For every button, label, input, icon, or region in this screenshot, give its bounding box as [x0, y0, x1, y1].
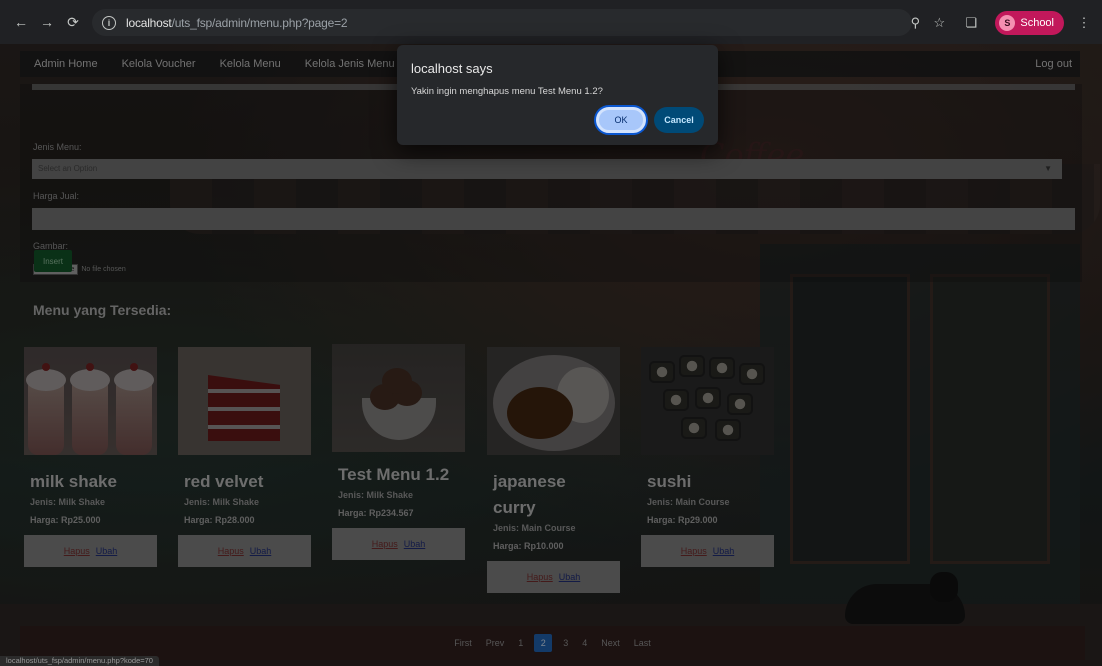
menu-harga: Harga: Rp29.000 — [647, 515, 718, 525]
jenis-menu-select[interactable]: Select an Option ▼ — [32, 159, 1062, 179]
menu-card: red velvet Jenis: Milk Shake Harga: Rp28… — [178, 347, 311, 567]
nav-kelola-jenis-menu[interactable]: Kelola Jenis Menu — [305, 58, 395, 70]
browser-toolbar: ← → ⟳ i localhost/uts_fsp/admin/menu.php… — [0, 0, 1102, 44]
hapus-link[interactable]: Hapus — [527, 572, 553, 582]
extensions-icon[interactable]: ❏ — [959, 11, 983, 35]
background-window — [930, 274, 1050, 564]
url-text: localhost/uts_fsp/admin/menu.php?page=2 — [126, 15, 348, 30]
logout-link[interactable]: Log out — [1035, 58, 1072, 70]
menu-harga: Harga: Rp28.000 — [184, 515, 255, 525]
menu-jenis: Jenis: Milk Shake — [30, 497, 106, 507]
ubah-link[interactable]: Ubah — [96, 546, 118, 556]
background-window — [790, 274, 910, 564]
card-actions: Hapus Ubah — [332, 528, 465, 560]
site-info-icon[interactable]: i — [102, 15, 116, 30]
ubah-link[interactable]: Ubah — [404, 539, 426, 549]
address-bar[interactable]: i localhost/uts_fsp/admin/menu.php?page=… — [92, 9, 912, 36]
menu-jenis: Jenis: Milk Shake — [338, 490, 414, 500]
menu-name: milk shake — [30, 472, 117, 491]
card-actions: Hapus Ubah — [24, 535, 157, 567]
confirm-dialog: localhost says Yakin ingin menghapus men… — [397, 45, 718, 145]
profile-button[interactable]: S School — [995, 10, 1064, 35]
ubah-link[interactable]: Ubah — [559, 572, 581, 582]
menu-name: sushi — [647, 472, 692, 491]
menu-card: sushi Jenis: Main Course Harga: Rp29.000… — [641, 347, 774, 567]
harga-jual-input[interactable] — [32, 208, 1075, 230]
hapus-link[interactable]: Hapus — [681, 546, 707, 556]
nav-kelola-voucher[interactable]: Kelola Voucher — [122, 58, 196, 70]
menu-image-test-menu — [332, 344, 465, 452]
profile-label: School — [1020, 16, 1054, 29]
pagination: First Prev 1 2 3 4 Next Last — [20, 626, 1085, 660]
menu-harga: Harga: Rp25.000 — [30, 515, 101, 525]
more-menu-icon[interactable]: ⋮ — [1072, 11, 1096, 35]
dialog-message: Yakin ingin menghapus menu Test Menu 1.2… — [411, 86, 603, 97]
page-3[interactable]: 3 — [563, 638, 568, 648]
menu-image-japanese-curry — [487, 347, 620, 455]
menu-card: japanese curry Jenis: Main Course Harga:… — [487, 347, 620, 593]
page-prev[interactable]: Prev — [486, 638, 505, 648]
dialog-title: localhost says — [411, 61, 493, 76]
menu-card: milk shake Jenis: Milk Shake Harga: Rp25… — [24, 347, 157, 567]
insert-button[interactable]: Insert — [34, 250, 72, 272]
select-placeholder: Select an Option — [38, 164, 98, 173]
menu-name: japanese curry — [493, 472, 566, 517]
menu-image-sushi — [641, 347, 774, 455]
reload-icon[interactable]: ⟳ — [62, 11, 84, 33]
url-path: /uts_fsp/admin/menu.php?page=2 — [171, 15, 348, 30]
cancel-button[interactable]: Cancel — [654, 107, 704, 133]
ok-button[interactable]: OK — [596, 107, 646, 133]
page-first[interactable]: First — [454, 638, 472, 648]
card-actions: Hapus Ubah — [487, 561, 620, 593]
hapus-link[interactable]: Hapus — [218, 546, 244, 556]
page-last[interactable]: Last — [634, 638, 651, 648]
page-next[interactable]: Next — [601, 638, 620, 648]
zoom-icon[interactable]: ⚲ — [903, 11, 927, 35]
nav-admin-home[interactable]: Admin Home — [34, 58, 98, 70]
page-4[interactable]: 4 — [582, 638, 587, 648]
menu-jenis: Jenis: Main Course — [493, 523, 576, 533]
menu-image-milk-shake — [24, 347, 157, 455]
menu-card: Test Menu 1.2 Jenis: Milk Shake Harga: R… — [332, 344, 465, 560]
menu-name: Test Menu 1.2 — [338, 465, 450, 484]
menu-name: red velvet — [184, 472, 264, 491]
hapus-link[interactable]: Hapus — [64, 546, 90, 556]
ubah-link[interactable]: Ubah — [250, 546, 272, 556]
menu-harga: Harga: Rp10.000 — [493, 541, 564, 551]
forward-icon[interactable]: → — [36, 11, 58, 33]
file-status: No file chosen — [81, 266, 126, 273]
card-actions: Hapus Ubah — [641, 535, 774, 567]
jenis-menu-label: Jenis Menu: — [33, 142, 82, 152]
back-icon[interactable]: ← — [10, 11, 32, 33]
hapus-link[interactable]: Hapus — [372, 539, 398, 549]
page-1[interactable]: 1 — [518, 638, 523, 648]
chevron-down-icon: ▼ — [1044, 164, 1052, 173]
menu-image-red-velvet — [178, 347, 311, 455]
page-2-active[interactable]: 2 — [534, 634, 553, 652]
bookmark-star-icon[interactable]: ☆ — [927, 11, 951, 35]
ubah-link[interactable]: Ubah — [713, 546, 735, 556]
avatar: S — [999, 14, 1016, 31]
background-cat-head — [930, 572, 958, 602]
menu-jenis: Jenis: Milk Shake — [184, 497, 260, 507]
menu-jenis: Jenis: Main Course — [647, 497, 730, 507]
nav-kelola-menu[interactable]: Kelola Menu — [220, 58, 281, 70]
menu-harga: Harga: Rp234.567 — [338, 508, 414, 518]
section-title: Menu yang Tersedia: — [33, 302, 172, 318]
harga-jual-label: Harga Jual: — [33, 191, 80, 201]
status-bar-url: localhost/uts_fsp/admin/menu.php?kode=70 — [0, 656, 159, 666]
url-host: localhost — [126, 15, 172, 30]
card-actions: Hapus Ubah — [178, 535, 311, 567]
